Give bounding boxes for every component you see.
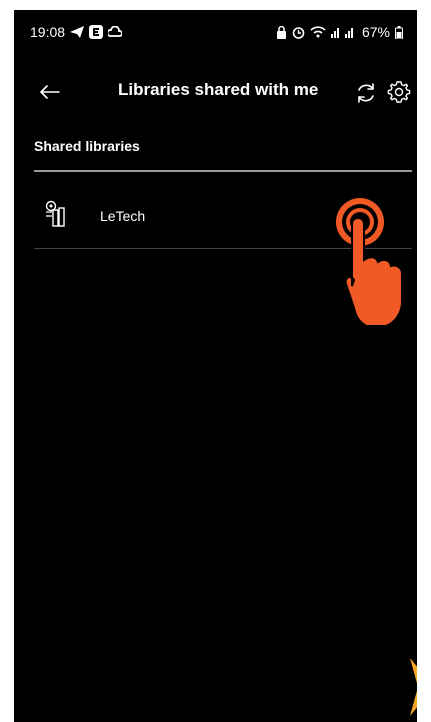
status-left: 19:08 bbox=[30, 24, 123, 40]
status-time: 19:08 bbox=[30, 24, 66, 40]
section-header: Shared libraries bbox=[34, 138, 140, 154]
status-right: 67% bbox=[276, 24, 403, 40]
section-divider bbox=[34, 170, 412, 172]
arrow-left-icon bbox=[40, 85, 60, 99]
alarm-icon bbox=[292, 26, 305, 39]
gear-icon bbox=[387, 81, 411, 103]
signal-icon bbox=[330, 26, 357, 38]
phone-screen: 19:08 67% Libraries shared with me Share… bbox=[14, 10, 417, 722]
settings-button[interactable] bbox=[384, 77, 414, 107]
library-name: LeTech bbox=[100, 208, 146, 224]
send-icon bbox=[70, 26, 85, 38]
wifi-icon bbox=[310, 26, 326, 38]
library-list-item[interactable]: LeTech bbox=[34, 186, 412, 248]
library-icon bbox=[45, 200, 65, 227]
app-bar: Libraries shared with me bbox=[14, 66, 417, 116]
chevron-right-icon bbox=[410, 658, 417, 716]
cloud-icon bbox=[108, 26, 123, 38]
battery-icon bbox=[395, 25, 403, 39]
status-bar: 19:08 67% bbox=[14, 10, 417, 54]
back-button[interactable] bbox=[34, 76, 66, 108]
page-title: Libraries shared with me bbox=[118, 80, 319, 99]
notification-badge-icon bbox=[89, 25, 104, 39]
refresh-button[interactable] bbox=[351, 78, 381, 108]
lock-icon bbox=[276, 25, 287, 39]
item-divider bbox=[34, 248, 412, 249]
battery-percent: 67% bbox=[361, 24, 390, 40]
refresh-icon bbox=[358, 83, 374, 103]
